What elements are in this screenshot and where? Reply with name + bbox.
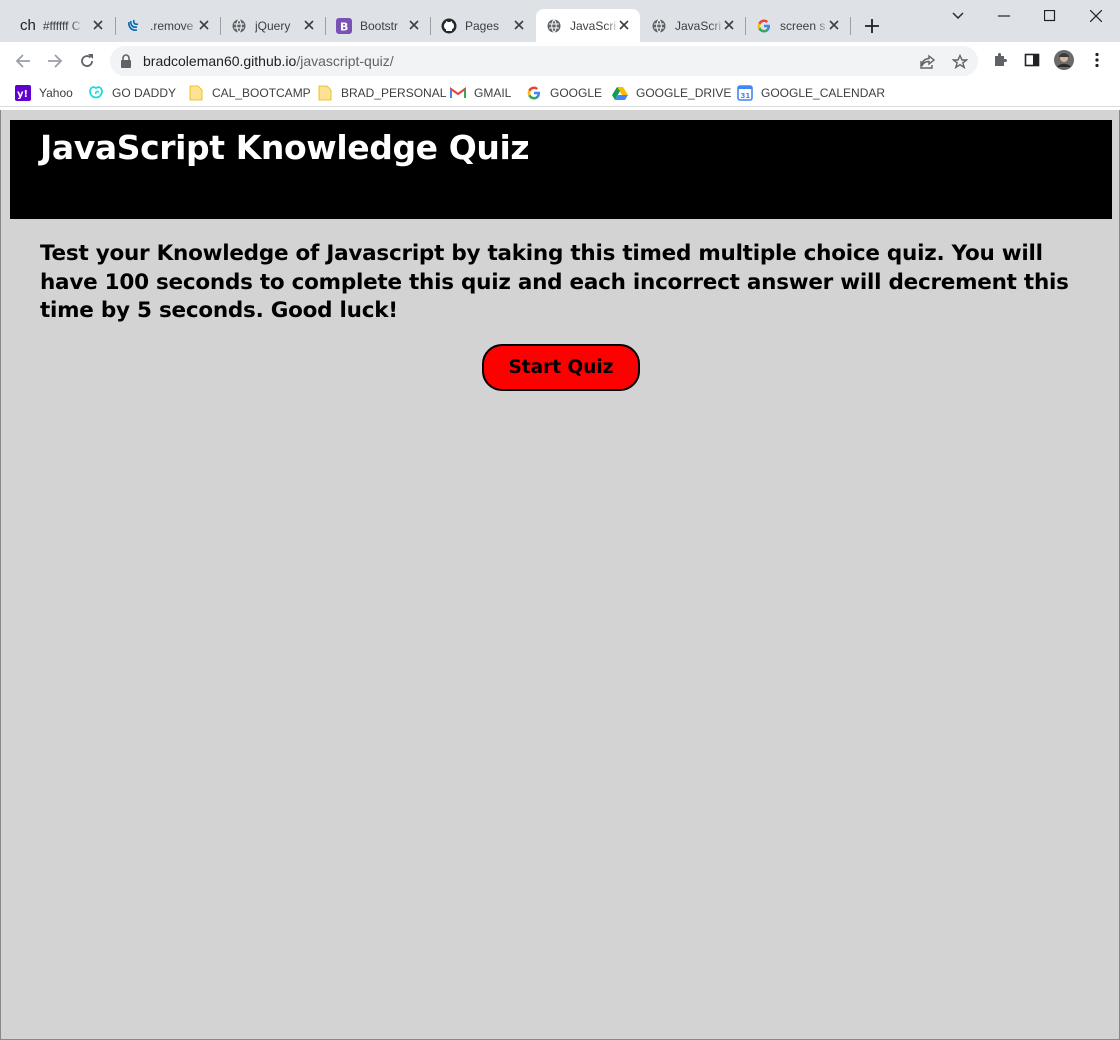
url-text: bradcoleman60.github.io/javascript-quiz/ [143,53,394,69]
browser-toolbar: bradcoleman60.github.io/javascript-quiz/ [0,42,1120,79]
close-icon[interactable] [196,17,212,33]
lock-icon [120,54,132,73]
close-icon[interactable] [826,17,842,33]
bookmark-label: GOOGLE [550,86,603,100]
tab-label: JavaScri [570,18,617,33]
side-panel-icon[interactable] [1021,49,1043,71]
share-icon[interactable] [919,53,937,71]
browser-tab[interactable]: screen s [746,9,850,42]
url-path: /javascript-quiz/ [296,53,394,69]
bookmark-label: BRAD_PERSONAL [341,86,447,100]
globe-icon [546,18,562,34]
google-calendar-icon: 31 [737,85,753,101]
browser-tab-active[interactable]: JavaScri [536,9,640,42]
browser-tab[interactable]: jQuery [221,9,325,42]
back-icon[interactable] [12,50,34,72]
github-icon [441,18,457,34]
svg-text:31: 31 [741,92,751,100]
browser-tab[interactable]: ch #ffffff C [14,9,114,42]
page-title: JavaScript Knowledge Quiz [40,128,530,167]
bookmarks-bar: y! Yahoo GO DADDY CAL_BOOTCAMP BRAD_PERS… [0,79,1120,107]
close-icon[interactable] [301,17,317,33]
google-drive-icon [612,85,628,101]
browser-tab[interactable]: .remove [116,9,220,42]
bookmark-google-drive[interactable]: GOOGLE_DRIVE [612,84,731,102]
google-icon [526,85,542,101]
svg-text:B: B [340,20,348,33]
close-icon[interactable] [90,17,106,33]
browser-tab[interactable]: JavaScri [641,9,745,42]
bookmark-label: GO DADDY [112,86,177,100]
tab-label: screen s [780,18,826,33]
address-bar[interactable]: bradcoleman60.github.io/javascript-quiz/ [110,46,978,76]
tab-label: Pages [465,18,500,33]
tab-strip: ch #ffffff C .remove jQuery B Bootstr Pa… [0,0,1120,42]
bookmark-yahoo[interactable]: y! Yahoo [15,84,73,102]
tab-separator [850,17,851,35]
yahoo-icon: y! [15,85,31,101]
svg-text:y!: y! [17,89,28,100]
maximize-icon[interactable] [1039,5,1061,27]
page-header: JavaScript Knowledge Quiz [10,120,1112,219]
close-icon[interactable] [511,17,527,33]
minimize-icon[interactable] [993,5,1015,27]
bookmark-label: GOOGLE_CALENDAR [761,86,886,100]
godaddy-icon [88,85,104,101]
google-icon [756,18,772,34]
url-host: bradcoleman60.github.io [143,53,297,69]
forward-icon[interactable] [44,50,66,72]
tab-label: Bootstr [360,18,399,33]
avatar[interactable] [1053,49,1075,71]
new-tab-button[interactable] [862,16,882,36]
bookmark-cal-bootcamp[interactable]: CAL_BOOTCAMP [188,84,311,102]
folder-icon [188,85,204,101]
start-quiz-button[interactable]: Start Quiz [482,344,640,391]
gmail-icon [450,85,466,101]
tab-label: jQuery [255,18,291,33]
bootstrap-favicon-icon: B [336,17,352,34]
browser-tab[interactable]: B Bootstr [326,9,430,42]
close-icon[interactable] [406,17,422,33]
tab-label: .remove [150,18,194,33]
tab-label: #ffffff C [42,18,81,33]
close-window-icon[interactable] [1085,5,1107,27]
bookmark-google[interactable]: GOOGLE [526,84,602,102]
close-icon[interactable] [721,17,737,33]
reload-icon[interactable] [76,50,98,72]
bookmark-gmail[interactable]: GMAIL [450,84,511,102]
bookmark-star-icon[interactable] [951,53,969,71]
bookmark-godaddy[interactable]: GO DADDY [88,84,176,102]
bookmark-brad-personal[interactable]: BRAD_PERSONAL [317,84,446,102]
tab-label: JavaScri [675,18,722,33]
close-icon[interactable] [616,17,632,33]
globe-icon [231,18,247,34]
bookmark-label: GOOGLE_DRIVE [636,86,732,100]
browser-tab[interactable]: Pages [431,9,535,42]
jquery-favicon-icon [126,18,142,34]
globe-icon [651,18,667,34]
bookmark-google-calendar[interactable]: 31 GOOGLE_CALENDAR [737,84,885,102]
folder-icon [317,85,333,101]
tab-search-icon[interactable] [947,5,969,27]
bookmark-label: GMAIL [474,86,512,100]
bookmark-label: CAL_BOOTCAMP [212,86,311,100]
tab-prefix: ch [20,17,36,34]
extensions-icon[interactable] [989,49,1011,71]
quiz-intro-text: Test your Knowledge of Javascript by tak… [40,241,1069,323]
kebab-menu-icon[interactable] [1086,49,1108,71]
bookmark-label: Yahoo [39,86,73,100]
page-viewport: JavaScript Knowledge Quiz Test your Know… [0,110,1120,1040]
